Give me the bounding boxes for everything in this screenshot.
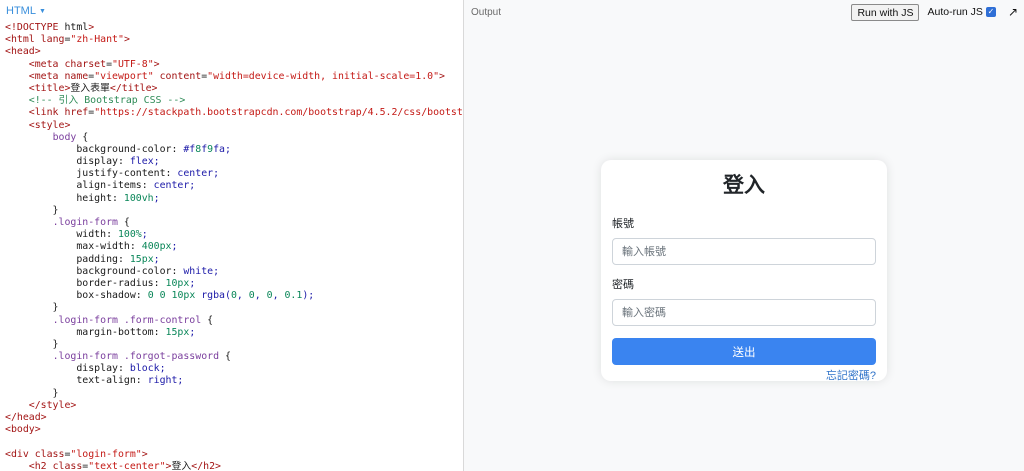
editor-header: HTML ▼ bbox=[0, 0, 463, 22]
output-pane: Output Run with JS Auto-run JS ✓ ↗ 登入 帳號… bbox=[464, 0, 1024, 471]
login-form: 登入 帳號 密碼 送出 忘記密碼? bbox=[601, 160, 887, 383]
language-selector[interactable]: HTML ▼ bbox=[6, 5, 46, 17]
username-input[interactable] bbox=[612, 238, 876, 265]
code-line: </style> bbox=[28, 399, 77, 411]
code-line: display: flex; bbox=[76, 156, 160, 168]
code-line: <!DOCTYPE html> bbox=[5, 22, 95, 33]
code-line: max-width: 400px; bbox=[76, 241, 178, 253]
code-line: border-radius: 10px; bbox=[76, 277, 196, 289]
code-line: <body> bbox=[5, 424, 41, 436]
code-line: padding: 15px; bbox=[76, 253, 160, 265]
code-line: <div class="login-form"> bbox=[5, 448, 148, 460]
code-line: background-color: white; bbox=[76, 265, 220, 277]
login-title: 登入 bbox=[723, 174, 765, 197]
code-line: width: 100%; bbox=[76, 229, 148, 241]
output-header: Output Run with JS Auto-run JS ✓ ↗ bbox=[464, 0, 1024, 24]
code-line: <html lang="zh-Hant"> bbox=[5, 34, 130, 46]
code-line: display: block; bbox=[76, 363, 166, 375]
code-line: } bbox=[5, 302, 59, 314]
code-editor-pane[interactable]: HTML ▼ <!DOCTYPE html> <html lang="zh-Han… bbox=[0, 0, 463, 471]
forgot-password-link[interactable]: 忘記密碼? bbox=[612, 367, 876, 383]
code-line: align-items: center; bbox=[76, 180, 196, 192]
code-line: <title>登入表單</title> bbox=[28, 82, 158, 94]
code-line: body { bbox=[52, 131, 89, 143]
code-line: <style> bbox=[28, 119, 71, 131]
autorun-label: Auto-run JS bbox=[927, 6, 983, 18]
code-line: .login-form { bbox=[52, 217, 130, 228]
code-line: margin-bottom: 15px; bbox=[76, 326, 196, 338]
code-line: <!-- 引入 Bootstrap CSS --> bbox=[5, 95, 186, 107]
code-line: height: 100vh; bbox=[76, 192, 160, 204]
code-line: background-color: #f8f9fa; bbox=[76, 143, 231, 155]
code-line: } bbox=[5, 387, 59, 399]
password-label: 密碼 bbox=[612, 279, 634, 291]
code-line: .login-form .forgot-password { bbox=[52, 351, 231, 363]
code-line: <head> bbox=[5, 46, 41, 58]
code-line: } bbox=[5, 204, 59, 216]
output-title: Output bbox=[471, 6, 502, 18]
autorun-checkbox[interactable]: ✓ bbox=[985, 7, 996, 17]
arrow-up-right-icon[interactable]: ↗ bbox=[1008, 5, 1018, 19]
output-actions: Run with JS Auto-run JS ✓ ↗ bbox=[851, 3, 1018, 21]
code-line: .login-form .form-control { bbox=[52, 314, 214, 326]
code-line: <meta name="viewport" content="width=dev… bbox=[28, 70, 445, 82]
autorun-toggle[interactable]: Auto-run JS ✓ bbox=[927, 6, 996, 18]
username-label: 帳號 bbox=[612, 218, 634, 230]
code-content[interactable]: <!DOCTYPE html> <html lang="zh-Hant"> <hea… bbox=[0, 22, 463, 471]
code-line: text-align: right; bbox=[76, 375, 184, 387]
language-label: HTML bbox=[6, 5, 36, 17]
code-line: justify-content: center; bbox=[76, 168, 220, 180]
run-with-js-button[interactable]: Run with JS bbox=[851, 3, 920, 21]
code-line: <link href="https://stackpath.bootstrapc… bbox=[28, 107, 463, 119]
password-input[interactable] bbox=[612, 299, 876, 326]
caret-down-icon: ▼ bbox=[38, 7, 46, 15]
submit-button[interactable]: 送出 bbox=[612, 338, 876, 365]
code-line: } bbox=[5, 338, 59, 350]
code-line: <meta charset="UTF-8"> bbox=[28, 58, 160, 70]
code-line: box-shadow: 0 0 10px rgba(0, 0, 0, 0.1); bbox=[76, 290, 315, 302]
code-line: </head> bbox=[5, 412, 47, 423]
code-line: <h2 class="text-center">登入</h2> bbox=[28, 460, 221, 471]
